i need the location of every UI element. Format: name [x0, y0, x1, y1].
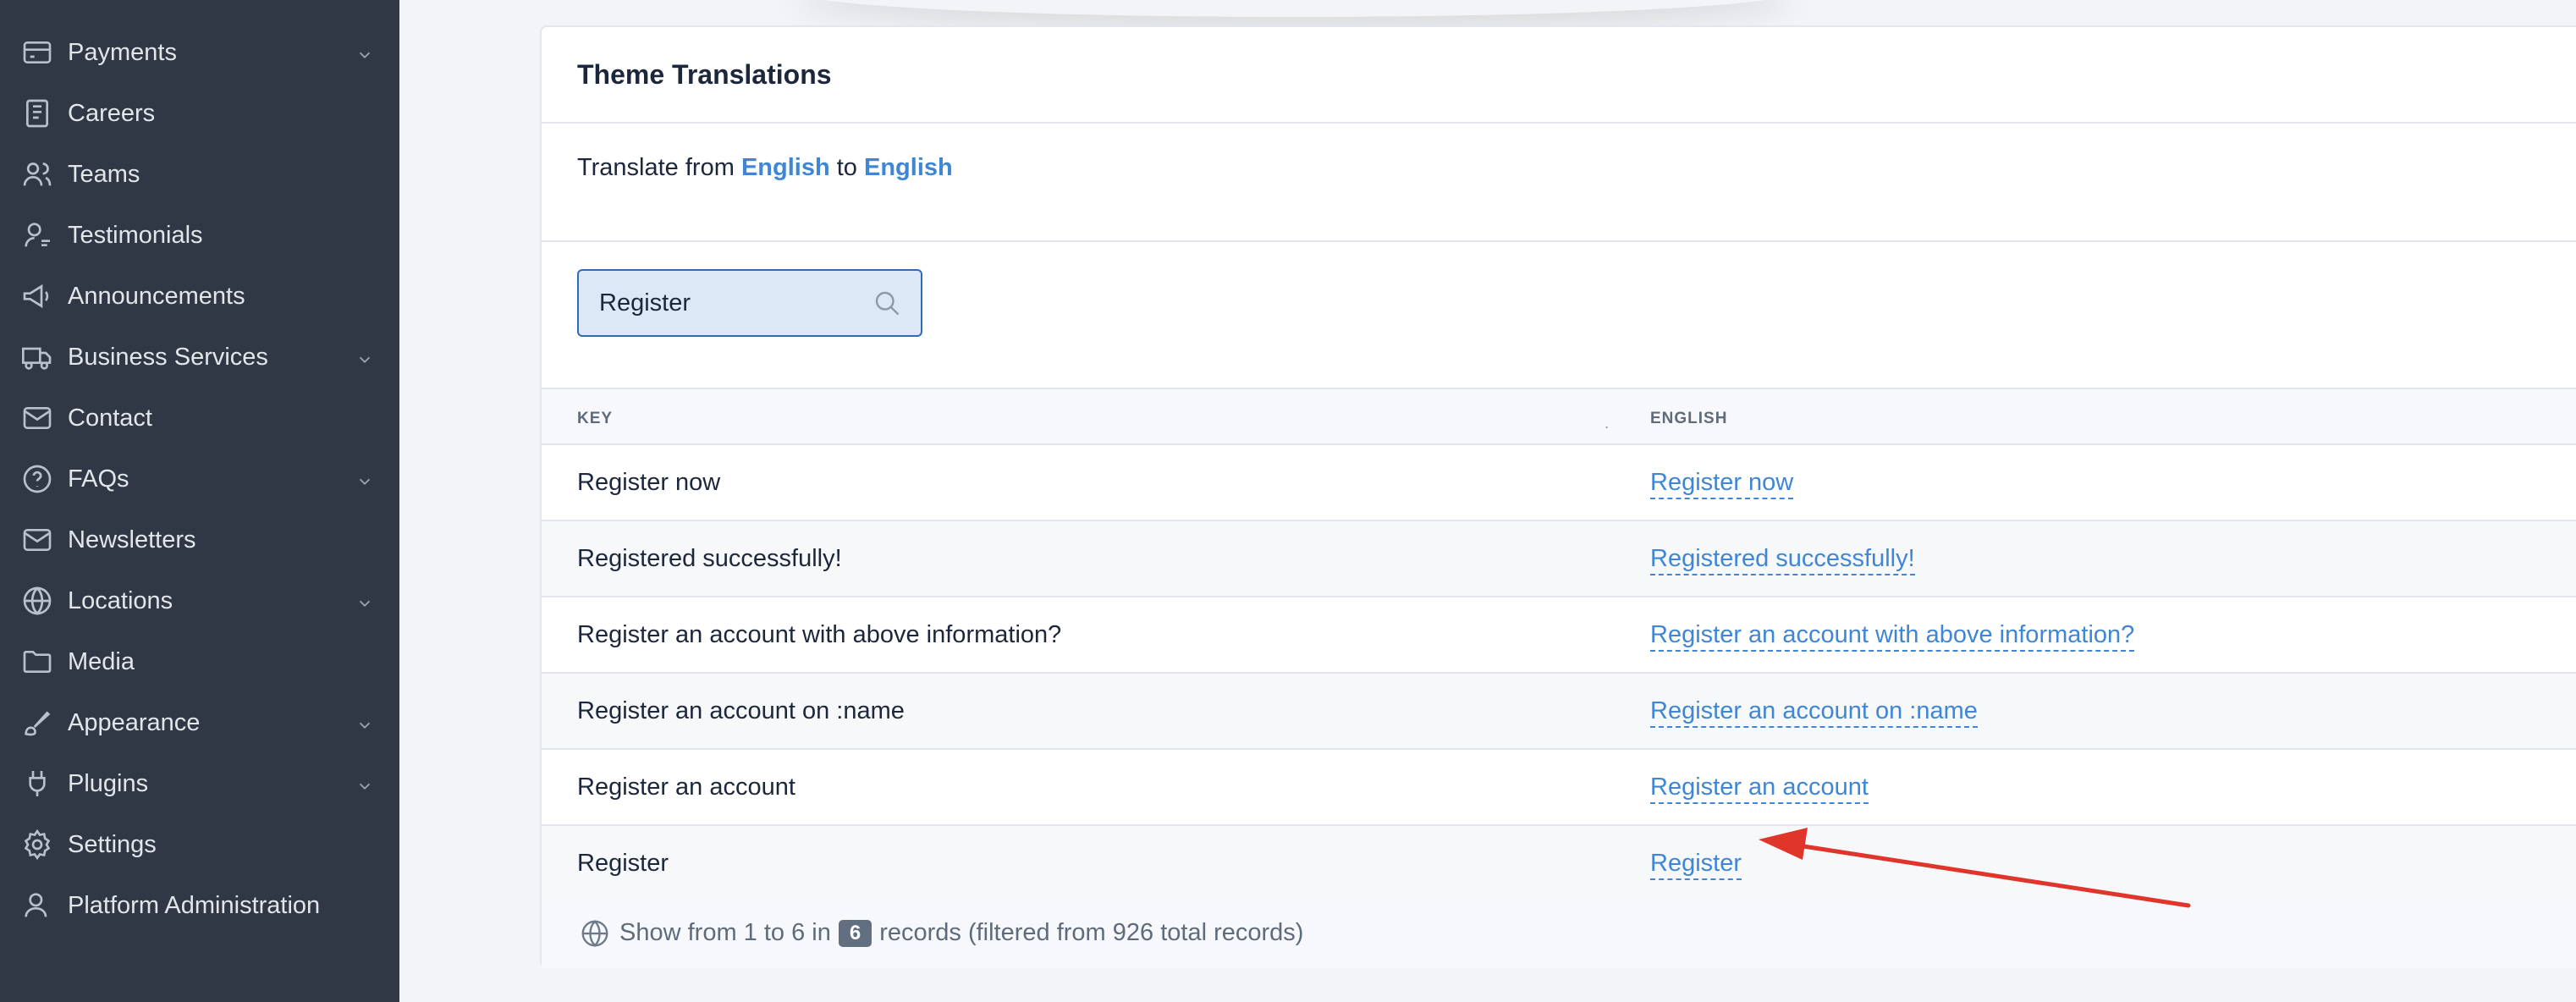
credit-card-icon [20, 36, 54, 69]
records-prefix: Show from 1 to 6 in [619, 919, 831, 946]
chevron-down-icon [355, 774, 374, 793]
chevron-down-icon [355, 713, 374, 732]
search-box[interactable] [577, 269, 922, 337]
sidebar-item-label: Careers [68, 99, 156, 127]
sidebar-item-newsletters[interactable]: Newsletters [0, 509, 399, 570]
globe-icon [579, 917, 611, 950]
translation-value-editable[interactable]: Register [1650, 850, 1742, 880]
column-header-key[interactable]: KEY [577, 410, 613, 428]
translation-key: Register an account on :name [577, 697, 905, 724]
translation-value-editable[interactable]: Registered successfully! [1650, 545, 1915, 575]
translation-key: Registered successfully! [577, 545, 842, 572]
translate-prefix: Translate from [577, 154, 735, 181]
sidebar: Payments Careers Teams Testimonials Anno… [0, 0, 399, 1002]
megaphone-icon [20, 279, 54, 313]
sidebar-item-business-services[interactable]: Business Services [0, 327, 399, 388]
table-row: Registered successfully! Registered succ… [542, 521, 2576, 597]
sidebar-item-contact[interactable]: Contact [0, 388, 399, 449]
table-row: Register an account with above informati… [542, 597, 2576, 674]
sidebar-item-label: Teams [68, 160, 140, 188]
sidebar-item-careers[interactable]: Careers [0, 83, 399, 144]
mail-icon [20, 401, 54, 435]
translation-key: Register [577, 850, 669, 877]
user-quote-icon [20, 218, 54, 252]
sidebar-item-label: Payments [68, 38, 177, 66]
translation-value-editable[interactable]: Register an account with above informati… [1650, 621, 2135, 652]
sidebar-item-label: Business Services [68, 343, 268, 371]
chevron-down-icon [355, 592, 374, 610]
table-header: KEY . ENGLISH [542, 388, 2576, 445]
table-row: Register an account on :name Register an… [542, 674, 2576, 750]
document-icon [20, 96, 54, 130]
folder-icon [20, 645, 54, 679]
theme-translations-card: Theme Translations Translate from Englis… [540, 25, 2576, 968]
table-row: Register now Register now [542, 445, 2576, 521]
dropdown-shadow [795, 0, 1794, 17]
search-input[interactable] [599, 271, 870, 335]
mail-icon [20, 523, 54, 557]
translation-value-editable[interactable]: Register an account [1650, 774, 1869, 804]
sidebar-item-label: Announcements [68, 282, 245, 310]
translate-middle: to [836, 154, 857, 181]
user-cog-icon [20, 889, 54, 922]
translation-key: Register an account [577, 774, 795, 801]
gear-icon [20, 828, 54, 862]
translation-key: Register now [577, 469, 721, 496]
sidebar-item-announcements[interactable]: Announcements [0, 266, 399, 327]
sidebar-item-label: Contact [68, 404, 152, 432]
sort-indicator-icon[interactable]: . [1604, 415, 1609, 433]
sidebar-item-label: Media [68, 647, 135, 675]
records-suffix: records (filtered from 926 total records… [879, 919, 1304, 946]
sidebar-item-label: Locations [68, 586, 173, 614]
sidebar-item-testimonials[interactable]: Testimonials [0, 205, 399, 266]
help-circle-icon [20, 462, 54, 496]
sidebar-item-payments[interactable]: Payments [0, 22, 399, 83]
table-footer: Show from 1 to 6 in 6 records (filtered … [542, 899, 2576, 968]
to-language-link[interactable]: English [864, 154, 953, 181]
translation-value-editable[interactable]: Register now [1650, 469, 1794, 499]
sidebar-item-media[interactable]: Media [0, 631, 399, 692]
sidebar-item-locations[interactable]: Locations [0, 570, 399, 631]
card-header: Theme Translations [542, 27, 2576, 124]
sidebar-item-appearance[interactable]: Appearance [0, 692, 399, 753]
sidebar-item-label: Platform Administration [68, 891, 321, 919]
users-icon [20, 157, 54, 191]
chevron-down-icon [355, 348, 374, 366]
translation-value-editable[interactable]: Register an account on :name [1650, 697, 1978, 728]
page-title: Theme Translations [577, 59, 832, 90]
search-icon[interactable] [872, 288, 902, 318]
sidebar-item-label: Plugins [68, 769, 149, 797]
from-language-link[interactable]: English [741, 154, 830, 181]
translation-table-section: KEY . ENGLISH Register now Register now … [542, 242, 2576, 968]
plug-icon [20, 767, 54, 801]
truck-icon [20, 340, 54, 374]
chevron-down-icon [355, 43, 374, 62]
table-row: Register Register [542, 826, 2576, 902]
sidebar-item-settings[interactable]: Settings [0, 814, 399, 875]
sidebar-item-platform-administration[interactable]: Platform Administration [0, 875, 399, 936]
sidebar-item-label: Newsletters [68, 526, 196, 553]
sidebar-item-label: Testimonials [68, 221, 203, 249]
records-count-badge: 6 [838, 919, 872, 947]
column-header-english[interactable]: ENGLISH [1650, 410, 1727, 428]
translation-key: Register an account with above informati… [577, 621, 1062, 648]
sidebar-item-label: Appearance [68, 708, 201, 736]
table-row: Register an account Register an account [542, 750, 2576, 826]
chevron-down-icon [355, 470, 374, 488]
sidebar-item-plugins[interactable]: Plugins [0, 753, 399, 814]
sidebar-item-label: FAQs [68, 465, 129, 493]
sidebar-item-label: Settings [68, 830, 157, 858]
brush-icon [20, 706, 54, 740]
sidebar-item-teams[interactable]: Teams [0, 144, 399, 205]
translate-language-line: Translate from English to English [577, 154, 953, 182]
sidebar-item-faqs[interactable]: FAQs [0, 449, 399, 509]
globe-icon [20, 584, 54, 618]
records-summary: Show from 1 to 6 in 6 records (filtered … [619, 919, 1303, 947]
